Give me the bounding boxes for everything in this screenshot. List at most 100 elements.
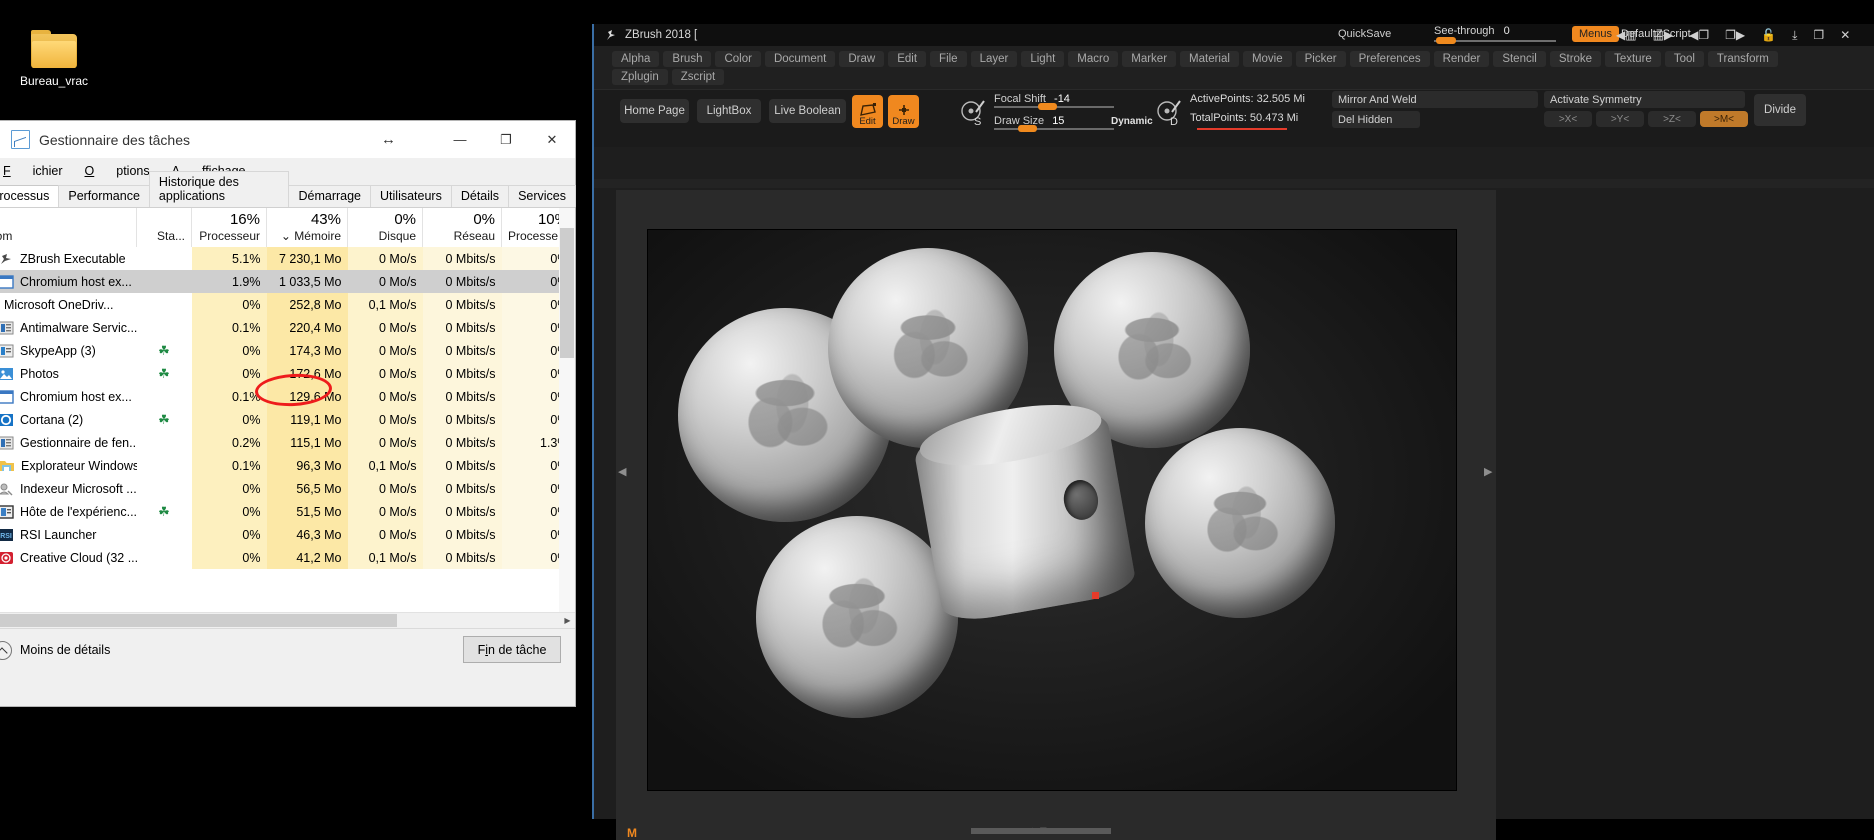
zbrush-titlebar[interactable]: ZBrush 2018 [ QuickSave See-through 0 Me… bbox=[594, 24, 1874, 46]
table-row[interactable]: ▸Photos☘0%172,6 Mo0 Mo/s0 Mbits/s0% bbox=[0, 362, 575, 385]
process-table-header[interactable]: Nom Sta...16%Processeur43%⌄ Mémoire0%Dis… bbox=[0, 208, 575, 247]
process-name-cell[interactable]: Gestionnaire de fen... bbox=[0, 431, 137, 454]
zbrush-window[interactable]: ZBrush 2018 [ QuickSave See-through 0 Me… bbox=[592, 24, 1874, 840]
table-row[interactable]: Creative Cloud (32 ... 0% 41,2 Mo 0,1 Mo/s 0… bbox=[0, 546, 575, 569]
end-task-button[interactable]: Fin de tâche bbox=[463, 636, 561, 663]
cylinder-subtool[interactable] bbox=[910, 396, 1138, 626]
task-manager-window[interactable]: Gestionnaire des tâches ↔ — ❐ ✕ FFichier… bbox=[0, 120, 576, 707]
task-manager-tabs[interactable]: ProcessusPerformanceHistorique des appli… bbox=[0, 171, 576, 208]
draw-size-slider[interactable]: Draw Size 15 bbox=[994, 115, 1124, 132]
process-name-cell[interactable]: ▸Photos bbox=[0, 362, 137, 385]
scroll-right-arrow-icon[interactable]: ▶ bbox=[560, 613, 575, 628]
zbrush-quick-pick-strip[interactable] bbox=[594, 179, 1874, 188]
process-name-cell[interactable]: ▸Indexeur Microsoft ... bbox=[0, 477, 137, 500]
zbrush-menu-texture[interactable]: Texture bbox=[1605, 51, 1661, 67]
tab-historique-des-applications[interactable]: Historique des applications bbox=[148, 171, 290, 207]
sphere-subtool-5[interactable] bbox=[756, 516, 958, 718]
mirror-and-weld-button[interactable]: Mirror And Weld bbox=[1332, 91, 1538, 108]
symmetry-y-button[interactable]: >Y< bbox=[1596, 111, 1644, 127]
zbrush-menu-document[interactable]: Document bbox=[764, 51, 836, 67]
zbrush-window-controls[interactable]: ◀▥ ▥▶ ◀❐ ❐▶ 🔓 ⤓ ❐ ✕ bbox=[1608, 24, 1858, 46]
canvas-frame[interactable]: M ◀ ▶ ▬▲▼▬ bbox=[616, 190, 1496, 840]
horizontal-scroll-thumb[interactable] bbox=[0, 614, 397, 627]
restore-icon[interactable]: ❐ bbox=[1813, 28, 1824, 42]
column-header-disque[interactable]: 0% Disque bbox=[347, 208, 423, 247]
zbrush-menu-tool[interactable]: Tool bbox=[1664, 51, 1704, 67]
divide-button[interactable]: Divide bbox=[1754, 94, 1806, 126]
symmetry-m-button[interactable]: >M< bbox=[1700, 111, 1748, 127]
live-boolean-button[interactable]: Live Boolean bbox=[769, 99, 846, 123]
process-name-cell[interactable]: Microsoft OneDriv... bbox=[0, 293, 137, 316]
zbrush-menu-draw[interactable]: Draw bbox=[839, 51, 885, 67]
process-name-cell[interactable]: ▸Antimalware Servic... bbox=[0, 316, 137, 339]
zbrush-menu-picker[interactable]: Picker bbox=[1295, 51, 1346, 67]
horizontal-scrollbar[interactable]: ◀ ▶ bbox=[0, 612, 575, 628]
column-header-r-seau[interactable]: 0% Réseau bbox=[422, 208, 502, 247]
tab-processus[interactable]: Processus bbox=[0, 185, 60, 207]
column-header-sta-[interactable]: Sta... bbox=[136, 208, 192, 247]
focal-shift-knob[interactable] bbox=[1038, 103, 1057, 110]
tab-utilisateurs[interactable]: Utilisateurs bbox=[370, 185, 452, 207]
tab-d-marrage[interactable]: Démarrage bbox=[288, 185, 372, 207]
process-name-cell[interactable]: Chromium host ex... bbox=[0, 270, 137, 293]
zbrush-menu-macro[interactable]: Macro bbox=[1068, 51, 1119, 67]
canvas-left-arrow-icon[interactable]: ◀ bbox=[618, 465, 626, 478]
draw-size-track[interactable] bbox=[994, 128, 1114, 130]
zbrush-menu-edit[interactable]: Edit bbox=[888, 51, 927, 67]
table-row[interactable]: Chromium host ex... 0.1% 129,6 Mo 0 Mo/s 0 M… bbox=[0, 385, 575, 408]
process-name-cell[interactable]: ▸ZBrush Executable bbox=[0, 247, 137, 270]
process-name-cell[interactable]: Explorateur Windows bbox=[0, 454, 137, 477]
tab-d-tails[interactable]: Détails bbox=[450, 185, 510, 207]
zbrush-menu-file[interactable]: File bbox=[930, 51, 967, 67]
zbrush-menu-movie[interactable]: Movie bbox=[1242, 51, 1292, 67]
table-row[interactable]: ▸Indexeur Microsoft ... 0%56,5 Mo0 Mo/s0 … bbox=[0, 477, 575, 500]
sphere-subtool-4[interactable] bbox=[1145, 428, 1335, 618]
vertical-scrollbar[interactable] bbox=[559, 208, 575, 628]
tab-performance[interactable]: Performance bbox=[58, 185, 150, 207]
lock-icon[interactable]: 🔓 bbox=[1761, 28, 1776, 42]
zbrush-menu-color[interactable]: Color bbox=[715, 51, 761, 67]
process-table-body[interactable]: ▸ZBrush Executable5.1%7 230,1 Mo0 Mo/s0 … bbox=[0, 247, 575, 569]
maximize-button[interactable]: ❐ bbox=[483, 121, 529, 158]
zbrush-menu-stencil[interactable]: Stencil bbox=[1493, 51, 1546, 67]
table-row[interactable]: RSIRSI Launcher0%46,3 Mo0 Mo/s0 Mbits/s0… bbox=[0, 523, 575, 546]
prev-subtool-icon[interactable]: ◀❐ bbox=[1689, 28, 1709, 42]
canvas-right-arrow-icon[interactable]: ▶ bbox=[1484, 465, 1492, 478]
zbrush-menu-material[interactable]: Material bbox=[1180, 51, 1239, 67]
table-row[interactable]: Chromium host ex... 1.9% 1 033,5 Mo 0 Mo/s 0… bbox=[0, 270, 575, 293]
lightbox-button[interactable]: LightBox bbox=[697, 99, 761, 123]
column-header-m-moire[interactable]: 43% ⌄ Mémoire bbox=[266, 208, 348, 247]
process-name-cell[interactable]: RSI RSI Launcher bbox=[0, 523, 137, 546]
menu-fichier[interactable]: FFichierichier bbox=[3, 164, 63, 178]
see-through-slider[interactable]: See-through 0 bbox=[1434, 25, 1556, 44]
focal-shift-slider[interactable]: Focal Shift -14 bbox=[994, 93, 1124, 110]
zbrush-menu-brush[interactable]: Brush bbox=[663, 51, 712, 67]
zbrush-menu-transform[interactable]: Transform bbox=[1707, 51, 1778, 67]
activate-symmetry-button[interactable]: Activate Symmetry bbox=[1544, 91, 1745, 108]
zbrush-menu-marker[interactable]: Marker bbox=[1122, 51, 1177, 67]
zbrush-menu-preferences[interactable]: Preferences bbox=[1349, 51, 1430, 67]
close-button[interactable]: ✕ bbox=[529, 121, 575, 158]
minimize-icon[interactable]: ⤓ bbox=[1792, 28, 1797, 43]
zbrush-top-shelf[interactable]: Home Page LightBox Live Boolean Edit Dra… bbox=[594, 89, 1874, 147]
desktop-icon-bureau-vrac[interactable]: Bureau_vrac bbox=[8, 30, 100, 88]
zbrush-menu-layer[interactable]: Layer bbox=[970, 51, 1018, 67]
zbrush-menu-stroke[interactable]: Stroke bbox=[1549, 51, 1602, 67]
home-page-button[interactable]: Home Page bbox=[620, 99, 689, 123]
symmetry-x-button[interactable]: >X< bbox=[1544, 111, 1592, 127]
column-header-nom[interactable]: Nom bbox=[0, 208, 137, 247]
less-details-button[interactable]: Moins de détails bbox=[0, 640, 110, 660]
task-manager-footer[interactable]: Moins de détails Fin de tâche bbox=[0, 628, 575, 671]
table-row[interactable]: Microsoft OneDriv... 0% 252,8 Mo 0,1 Mo/s 0 … bbox=[0, 293, 575, 316]
tab-services[interactable]: Services bbox=[508, 185, 576, 207]
see-through-knob[interactable] bbox=[1436, 37, 1456, 44]
edit-button[interactable]: Edit bbox=[852, 95, 883, 128]
draw-size-knob[interactable] bbox=[1018, 125, 1037, 132]
tray-collapse-left-icon[interactable]: ◀▥ bbox=[1616, 28, 1637, 42]
table-row[interactable]: Gestionnaire de fen... 0.2% 115,1 Mo 0 Mo/s… bbox=[0, 431, 575, 454]
process-name-cell[interactable]: ▸SkypeApp (3) bbox=[0, 339, 137, 362]
task-manager-titlebar[interactable]: Gestionnaire des tâches ↔ — ❐ ✕ bbox=[0, 121, 575, 158]
vertical-scroll-thumb[interactable] bbox=[560, 228, 574, 358]
process-name-cell[interactable]: ▸Hôte de l'expérienc... bbox=[0, 500, 137, 523]
table-row[interactable]: Explorateur Windows 0.1% 96,3 Mo 0,1 Mo/s 0 … bbox=[0, 454, 575, 477]
